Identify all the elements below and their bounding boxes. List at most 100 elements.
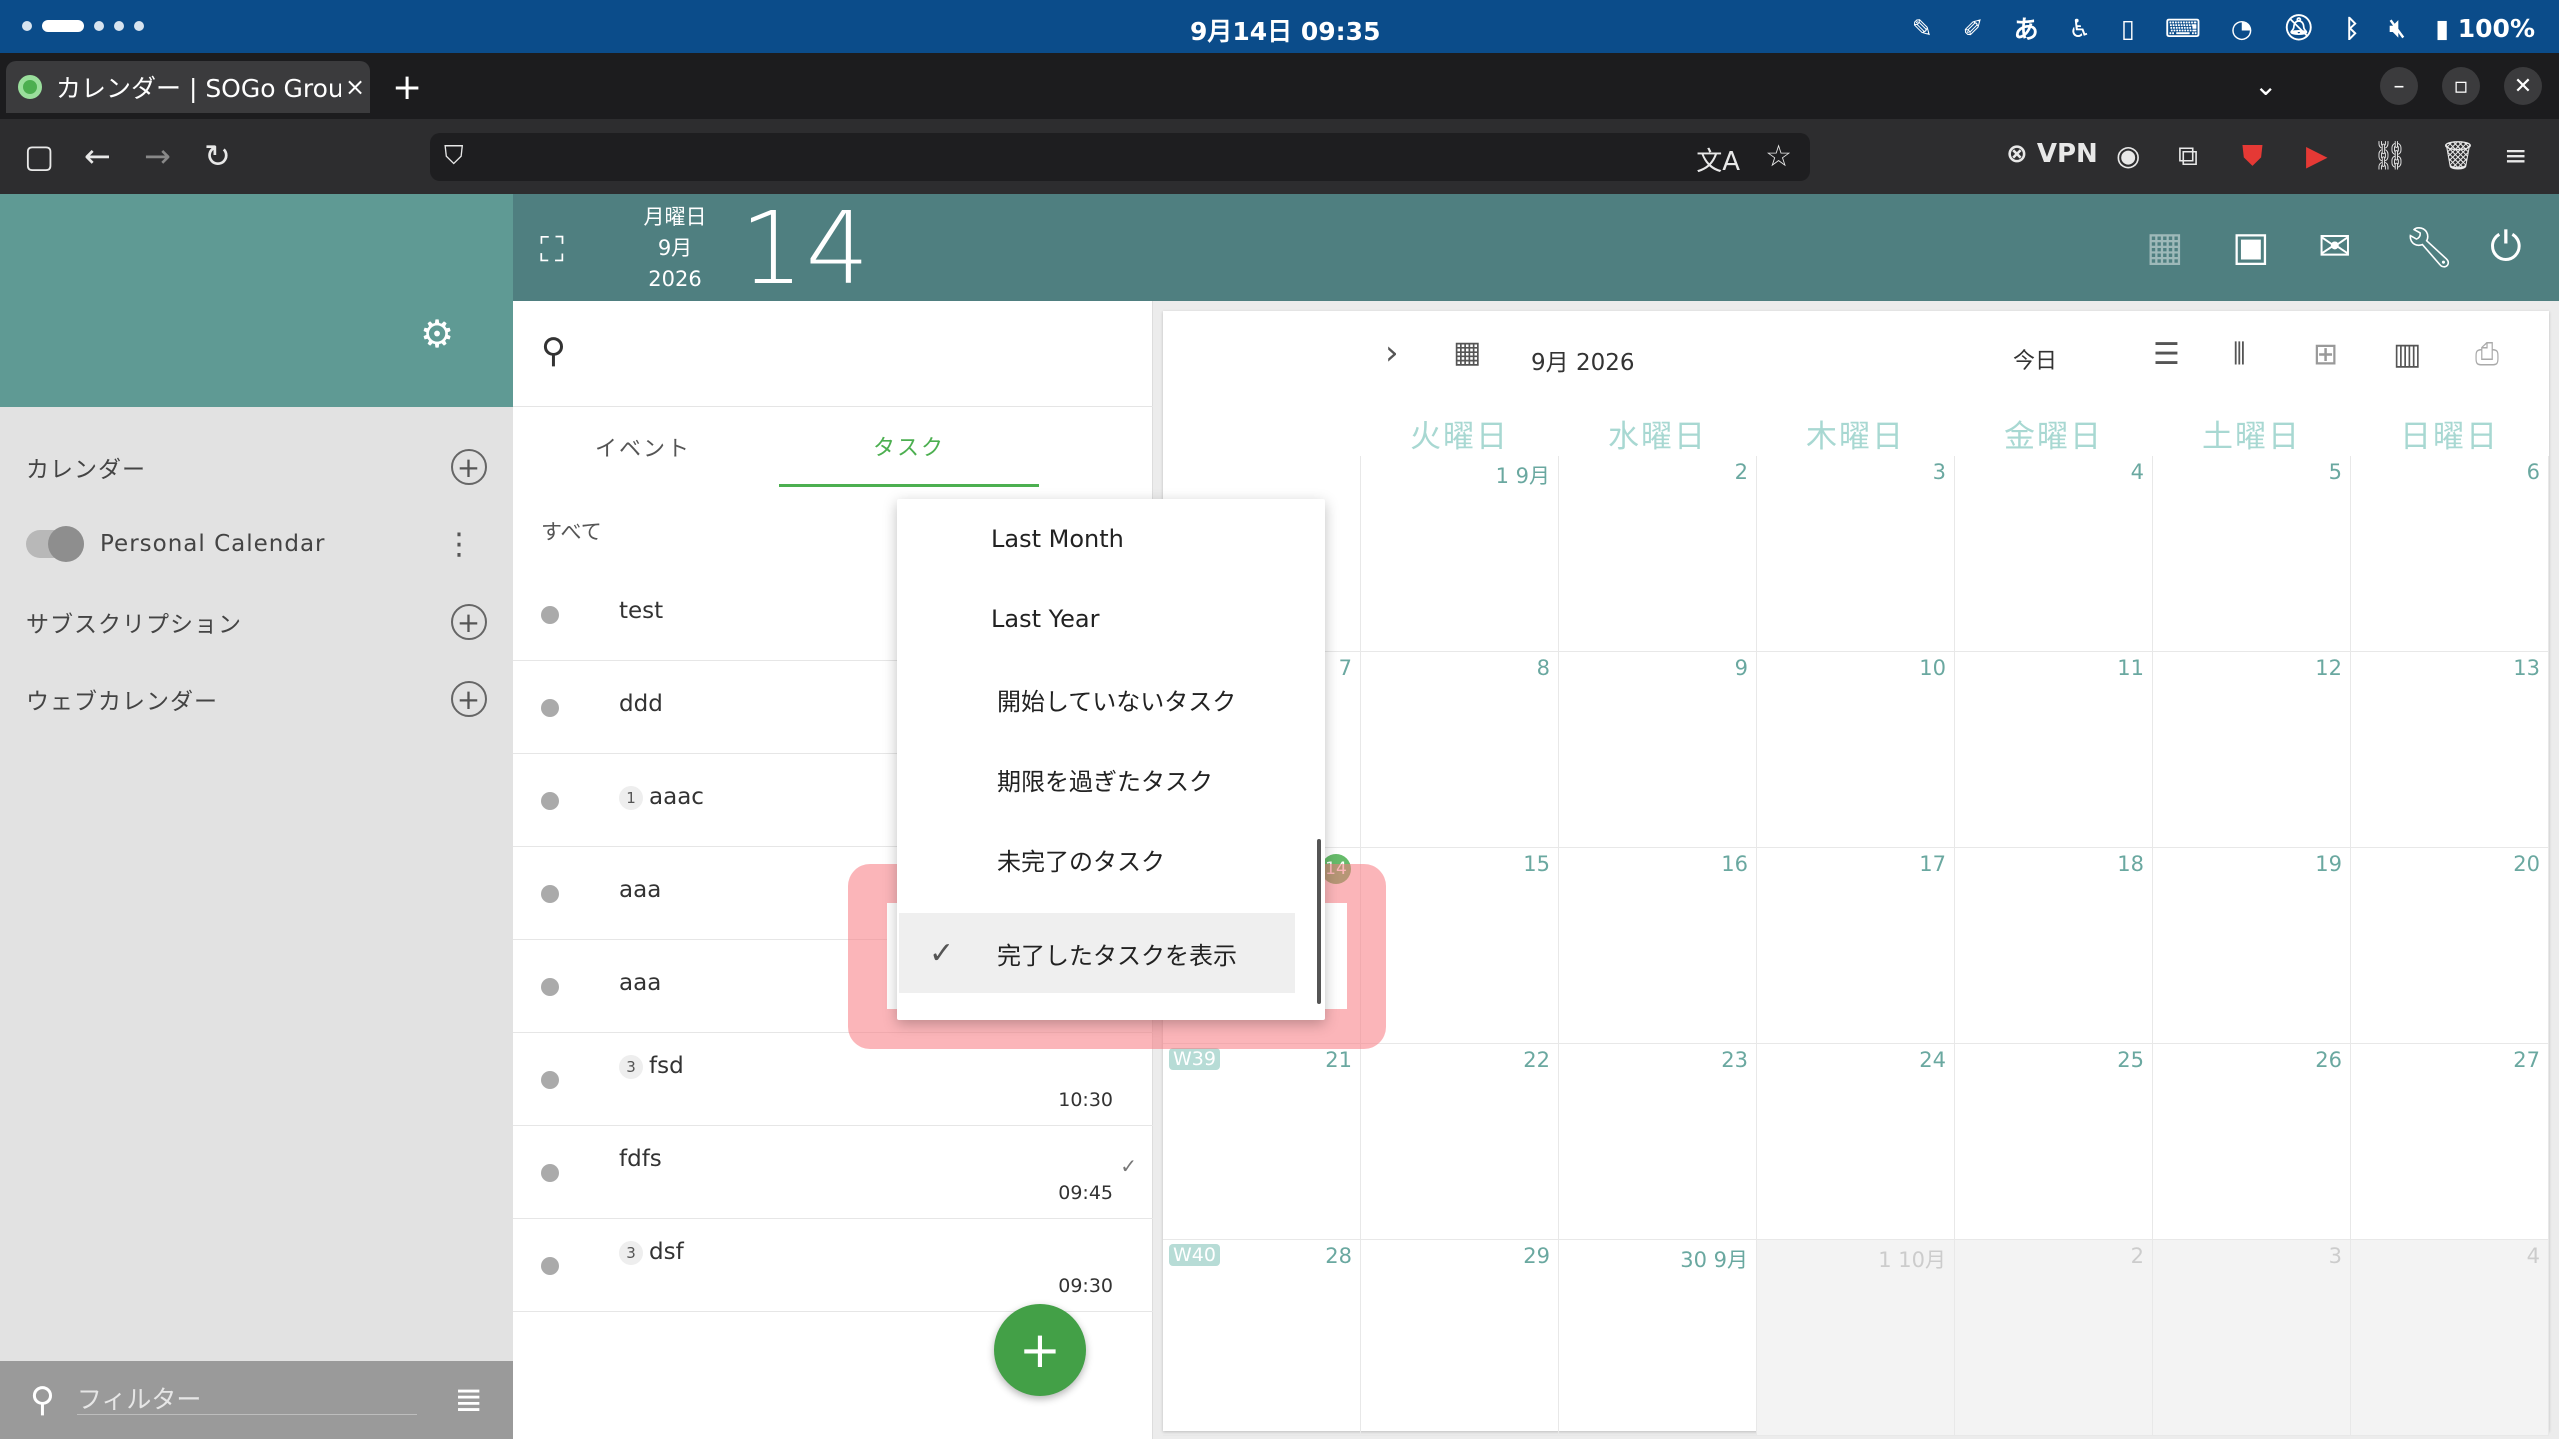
extensions-icon[interactable]: ⧉ (2178, 139, 2198, 173)
calendar-day-cell[interactable]: 2 (1559, 456, 1757, 652)
multicolumn-view-icon[interactable]: ▥ (2393, 337, 2421, 372)
ublock-icon[interactable]: ⛊ (2242, 139, 2263, 173)
task-status-dot[interactable] (541, 978, 559, 996)
today-badge[interactable]: 14 (1321, 854, 1351, 884)
menu-icon[interactable]: ≡ (2504, 139, 2527, 172)
gear-icon[interactable]: ⚙ (420, 312, 454, 356)
calendar-day-cell[interactable]: 3 (2153, 1240, 2351, 1436)
menu-item-last-year[interactable]: Last Year (897, 579, 1325, 659)
calendar-day-cell[interactable]: 26 (2153, 1044, 2351, 1240)
task-status-dot[interactable] (541, 606, 559, 624)
link-icon[interactable]: ⛓ (2372, 139, 2408, 172)
tab-list-chevron-icon[interactable]: ⌄ (2254, 69, 2277, 102)
menu-item-show-completed[interactable]: ✓ 完了したタスクを表示 (899, 913, 1295, 993)
wrench-icon[interactable]: 🔧︎ (2404, 224, 2455, 271)
add-task-fab[interactable]: + (994, 1304, 1086, 1396)
task-status-dot[interactable] (541, 699, 559, 717)
address-bar[interactable]: ⛉ 文A ☆ (430, 133, 1810, 181)
calendar-day-cell[interactable]: 8 (1361, 652, 1559, 848)
today-button[interactable]: 今日 (2013, 343, 2057, 375)
calendar-day-cell[interactable]: 15 (1361, 848, 1559, 1044)
new-tab-button[interactable]: + (392, 67, 422, 108)
calendar-day-cell[interactable]: 10 (1757, 652, 1955, 848)
menu-item-not-started[interactable]: 開始していないタスク (897, 659, 1325, 739)
sidebar-toggle-icon[interactable]: ▢ (24, 137, 54, 175)
bluetooth-icon[interactable]: ᛒ (2345, 14, 2360, 43)
reload-button[interactable]: ↻ (204, 137, 231, 175)
calendar-day-cell[interactable]: 5 (2153, 456, 2351, 652)
browser-tab[interactable]: カレンダー | SOGo Groupware × (6, 61, 370, 113)
calendar-day-cell[interactable]: 17 (1757, 848, 1955, 1044)
calendar-month-label[interactable]: 9月 2026 (1531, 343, 1634, 377)
close-window-button[interactable]: ✕ (2504, 67, 2542, 105)
print-icon[interactable]: ⎙ (2475, 337, 2499, 372)
calendar-picker-icon[interactable]: ▦ (1453, 335, 1481, 370)
calendar-day-cell[interactable]: 4 (2351, 1240, 2549, 1436)
menu-item-overdue[interactable]: 期限を過ぎたタスク (897, 739, 1325, 819)
calendar-day-cell[interactable]: 3 (1757, 456, 1955, 652)
shield-icon[interactable]: ⛉ (444, 141, 464, 172)
task-row[interactable]: 3 dsf 09:30 (513, 1219, 1153, 1312)
forward-button[interactable]: → (144, 137, 171, 175)
task-status-dot[interactable] (541, 792, 559, 810)
calendar-day-cell[interactable]: 13 (2351, 652, 2549, 848)
calendar-day-cell[interactable]: 27 (2351, 1044, 2549, 1240)
expand-icon[interactable]: ⛶ (540, 230, 564, 270)
battery-indicator[interactable]: ▮ 100% (2435, 14, 2535, 43)
add-web-calendar-plus-icon[interactable]: + (451, 681, 487, 717)
calendar-day-cell[interactable]: 1 10月 (1757, 1240, 1955, 1436)
video-extension-icon[interactable]: ▶ (2306, 139, 2328, 172)
task-row[interactable]: 3 fsd 10:30 (513, 1033, 1153, 1126)
power-icon[interactable]: ⏻ (2490, 224, 2522, 270)
tab-events[interactable]: イベント (513, 407, 773, 487)
calendar-day-cell[interactable]: 11 (1955, 652, 2153, 848)
calendar-day-cell[interactable]: 12 (2153, 652, 2351, 848)
calendar-day-cell[interactable]: 20 (2351, 848, 2549, 1044)
calendar-day-cell[interactable]: 25 (1955, 1044, 2153, 1240)
calendar-day-cell[interactable]: 23 (1559, 1044, 1757, 1240)
filter-all-label[interactable]: すべて (541, 516, 602, 546)
vibrate-icon[interactable]: ▯ (2121, 14, 2135, 43)
tab-close-button[interactable]: × (345, 73, 365, 101)
day-view-icon[interactable]: ☰ (2153, 337, 2180, 372)
calendar-day-cell[interactable]: 29 (1361, 1240, 1559, 1436)
menu-item-incomplete[interactable]: 未完了のタスク (897, 819, 1325, 899)
bell-off-icon[interactable]: 🔕︎ (2283, 13, 2315, 43)
calendar-item-personal[interactable]: Personal Calendar ⋮ (0, 509, 513, 579)
calendar-day-cell[interactable]: 16 (1559, 848, 1757, 1044)
filter-input[interactable] (76, 1385, 417, 1415)
contacts-icon[interactable]: ▣ (2232, 224, 2270, 270)
list-icon[interactable]: ≣ (455, 1380, 484, 1420)
eyedropper-icon[interactable]: ✐ (1963, 14, 1984, 43)
vpn-button[interactable]: ⊗ VPN (2006, 139, 2098, 169)
status-clock[interactable]: 9月14日 09:35 (1190, 12, 1380, 48)
task-status-dot[interactable] (541, 1164, 559, 1182)
minimize-button[interactable]: – (2380, 67, 2418, 105)
add-subscription-plus-icon[interactable]: + (451, 604, 487, 640)
tab-tasks[interactable]: タスク (779, 407, 1039, 487)
task-row[interactable]: fdfs 09:45 ✓ (513, 1126, 1153, 1219)
task-status-dot[interactable] (541, 1257, 559, 1275)
calendar-day-cell[interactable]: 9 (1559, 652, 1757, 848)
calendar-day-cell[interactable]: 19 (2153, 848, 2351, 1044)
tools-icon[interactable]: ✎ (1912, 14, 1933, 43)
calendar-toggle[interactable] (26, 526, 84, 562)
calendar-day-cell[interactable]: 24 (1757, 1044, 1955, 1240)
calendar-day-cell[interactable]: 6 (2351, 456, 2549, 652)
keyboard-icon[interactable]: ⌨ (2165, 14, 2201, 43)
search-icon[interactable]: ⚲ (541, 331, 566, 371)
calendar-day-cell[interactable]: 22 (1361, 1044, 1559, 1240)
account-icon[interactable]: ◉ (2116, 139, 2140, 172)
calendar-day-cell[interactable]: 4 (1955, 456, 2153, 652)
calendar-day-cell[interactable]: 21 W39 (1163, 1044, 1361, 1240)
calendar-icon[interactable]: ▦ (2146, 224, 2184, 270)
back-button[interactable]: ← (84, 137, 111, 175)
wifi-icon[interactable]: ◔ (2231, 14, 2253, 43)
maximize-button[interactable]: ▫ (2442, 67, 2480, 105)
calendar-day-cell[interactable]: 2 (1955, 1240, 2153, 1436)
month-view-icon[interactable]: ⊞ (2313, 337, 2338, 372)
ime-indicator[interactable]: あ (2014, 10, 2039, 46)
menu-item-last-month[interactable]: Last Month (897, 499, 1325, 579)
week-view-icon[interactable]: ⫴ (2233, 337, 2246, 372)
trash-icon[interactable]: 🗑︎ (2440, 139, 2476, 172)
